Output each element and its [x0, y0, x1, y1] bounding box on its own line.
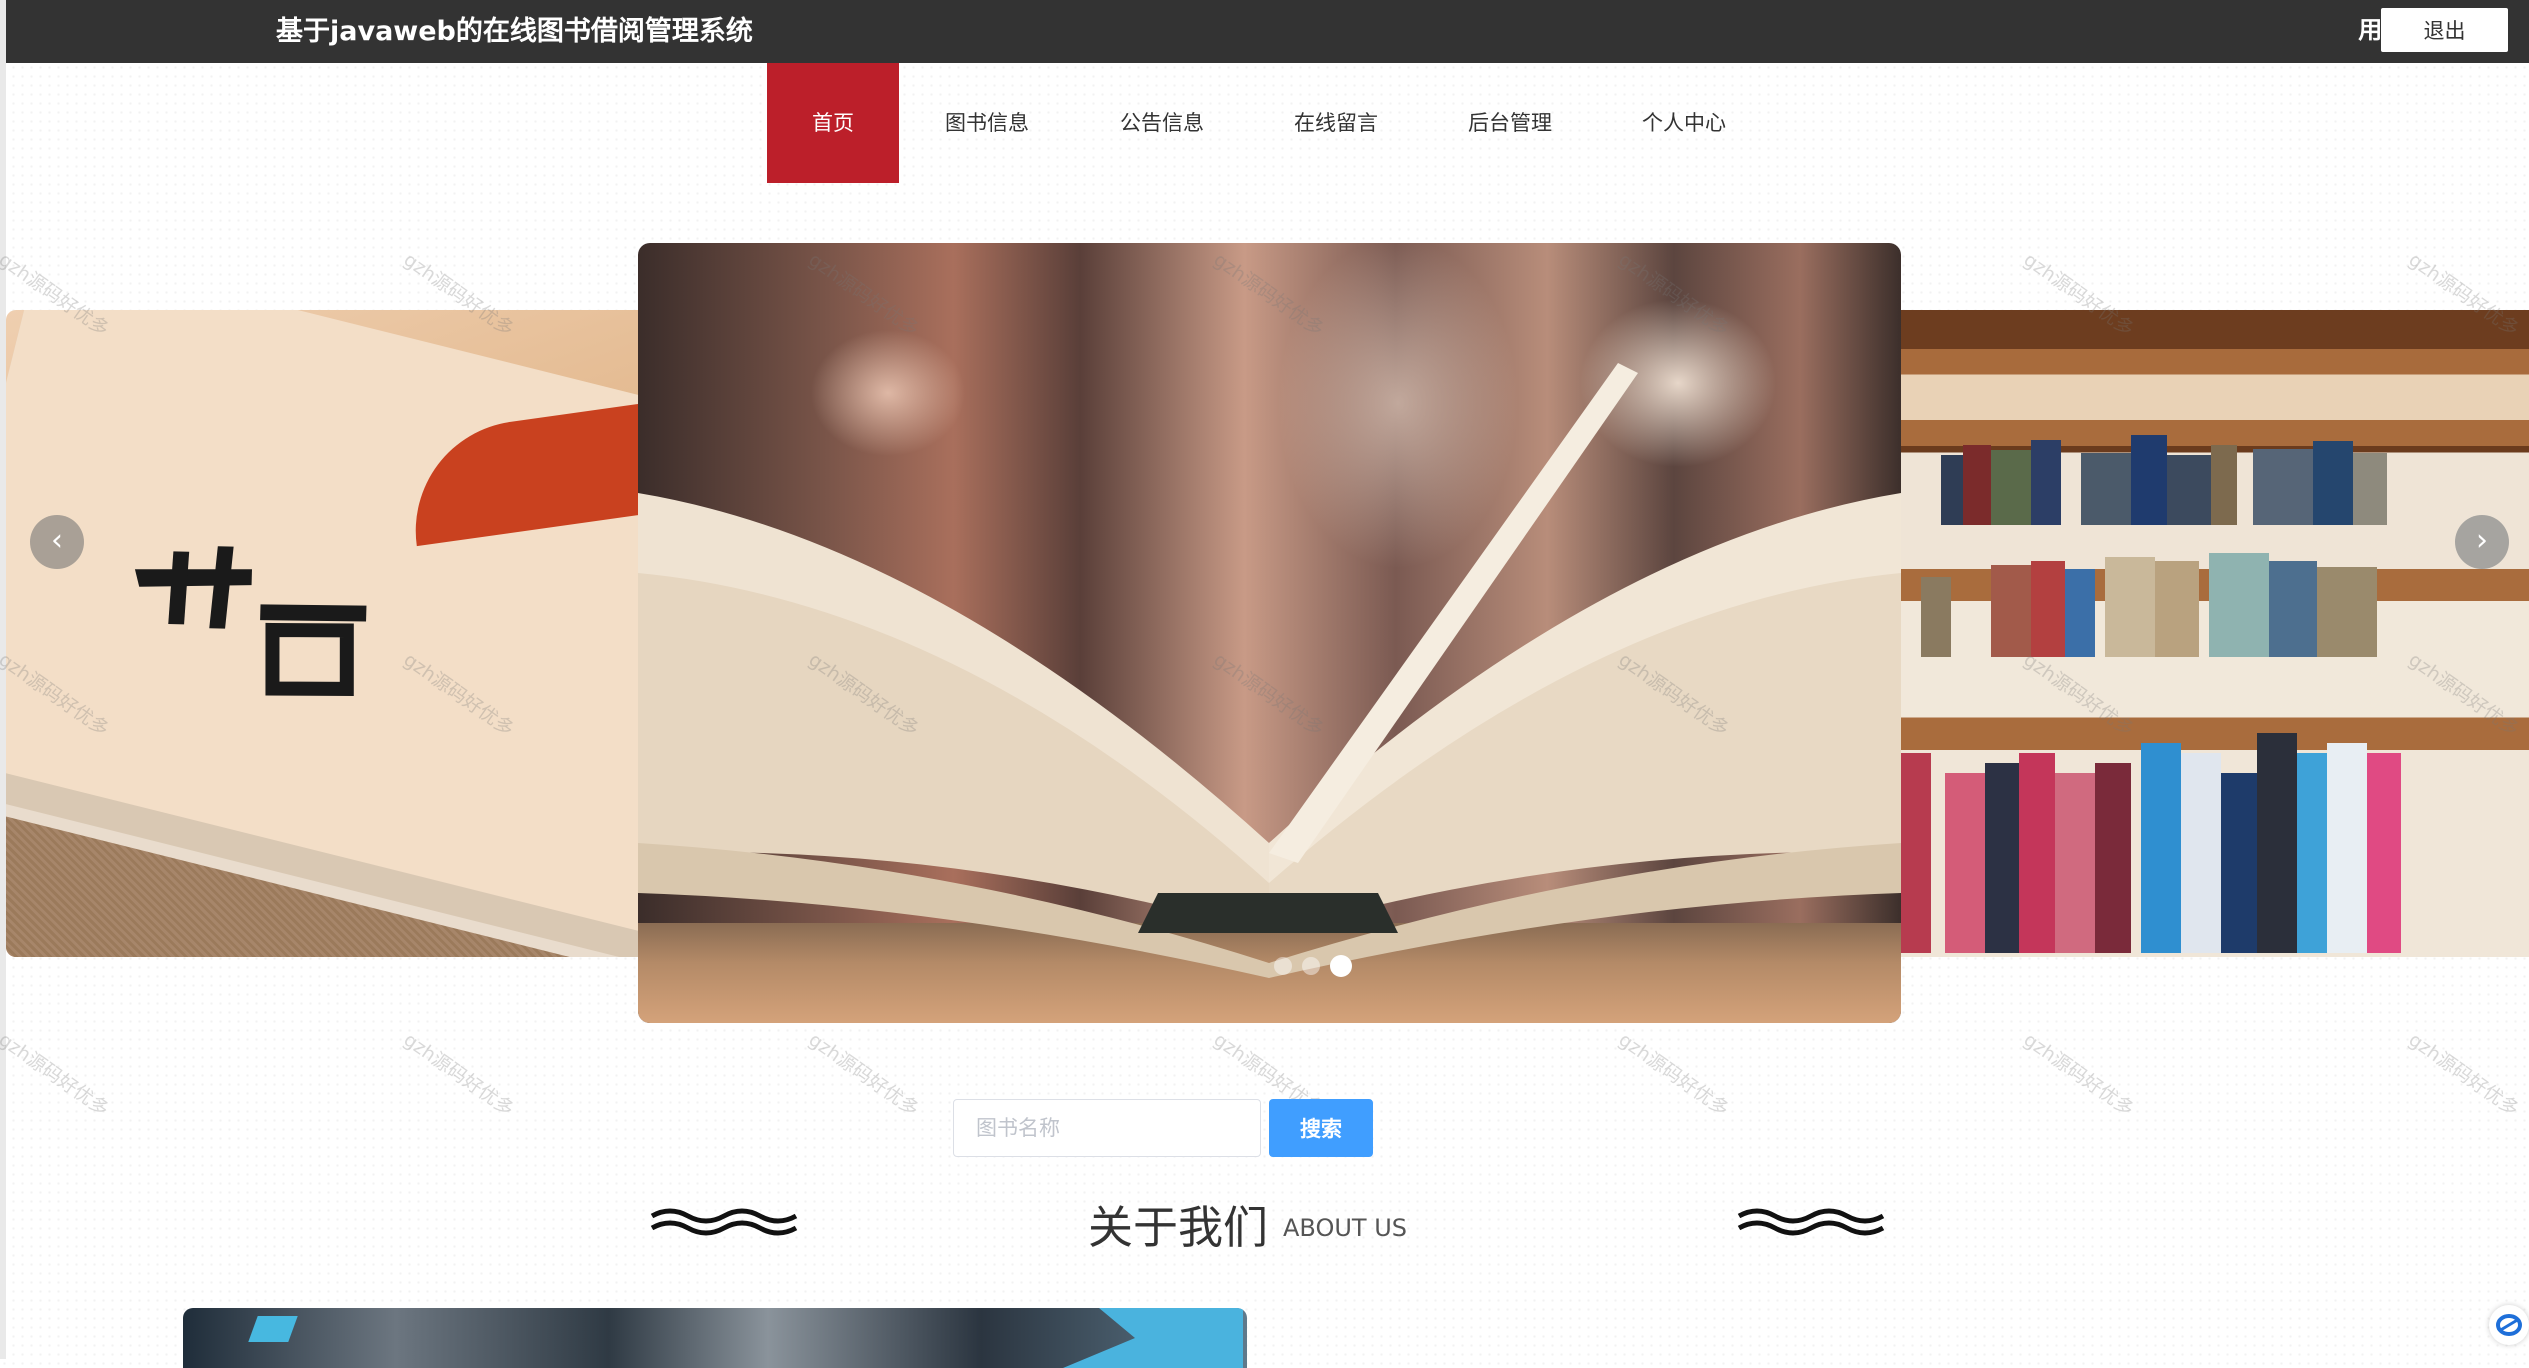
nav-item-book-info[interactable]: 图书信息 — [899, 63, 1075, 183]
carousel-dot-3[interactable] — [1330, 955, 1352, 977]
site-title: 基于javaweb的在线图书借阅管理系统 — [276, 16, 753, 47]
nav-item-admin[interactable]: 后台管理 — [1423, 63, 1597, 183]
nav-item-home[interactable]: 首页 — [767, 63, 899, 183]
wave-decoration-left — [650, 1208, 798, 1236]
watermark: gzh源码好优多 — [2019, 1028, 2138, 1121]
chevron-left-icon: ‹ — [51, 523, 63, 558]
nav-item-personal-center[interactable]: 个人中心 — [1597, 63, 1771, 183]
watermark: gzh源码好优多 — [399, 1028, 518, 1121]
carousel-next-button[interactable]: › — [2455, 515, 2509, 569]
floating-logo-icon[interactable] — [2489, 1305, 2529, 1345]
logout-button[interactable]: 退出 — [2381, 8, 2508, 52]
watermark: gzh源码好优多 — [1614, 1028, 1733, 1121]
about-image — [183, 1308, 1247, 1368]
carousel-dot-1[interactable] — [1274, 957, 1292, 975]
open-book-image — [638, 363, 1901, 978]
chevron-right-icon: › — [2476, 523, 2488, 558]
nav-item-messages[interactable]: 在线留言 — [1249, 63, 1423, 183]
carousel-slide-left[interactable] — [6, 310, 638, 957]
carousel-slide-right[interactable] — [1901, 310, 2529, 957]
watermark: gzh源码好优多 — [2404, 1028, 2523, 1121]
nav-item-announcements[interactable]: 公告信息 — [1075, 63, 1249, 183]
carousel-slide-active[interactable] — [638, 243, 1901, 1023]
about-title: 关于我们 — [1088, 1201, 1269, 1254]
about-subtitle: ABOUT US — [1283, 1214, 1408, 1242]
watermark: gzh源码好优多 — [804, 1028, 923, 1121]
search-button[interactable]: 搜索 — [1269, 1099, 1373, 1157]
top-bar: 基于javaweb的在线图书借阅管理系统 用户名1 退出 — [6, 0, 2529, 63]
main-nav: 首页 图书信息 公告信息 在线留言 后台管理 个人中心 — [767, 63, 1771, 183]
wave-decoration-right — [1737, 1208, 1885, 1236]
watermark: gzh源码好优多 — [0, 1028, 113, 1121]
book-search-input[interactable] — [953, 1099, 1261, 1157]
carousel-prev-button[interactable]: ‹ — [30, 515, 84, 569]
carousel-indicators — [1274, 955, 1352, 977]
carousel-dot-2[interactable] — [1302, 957, 1320, 975]
